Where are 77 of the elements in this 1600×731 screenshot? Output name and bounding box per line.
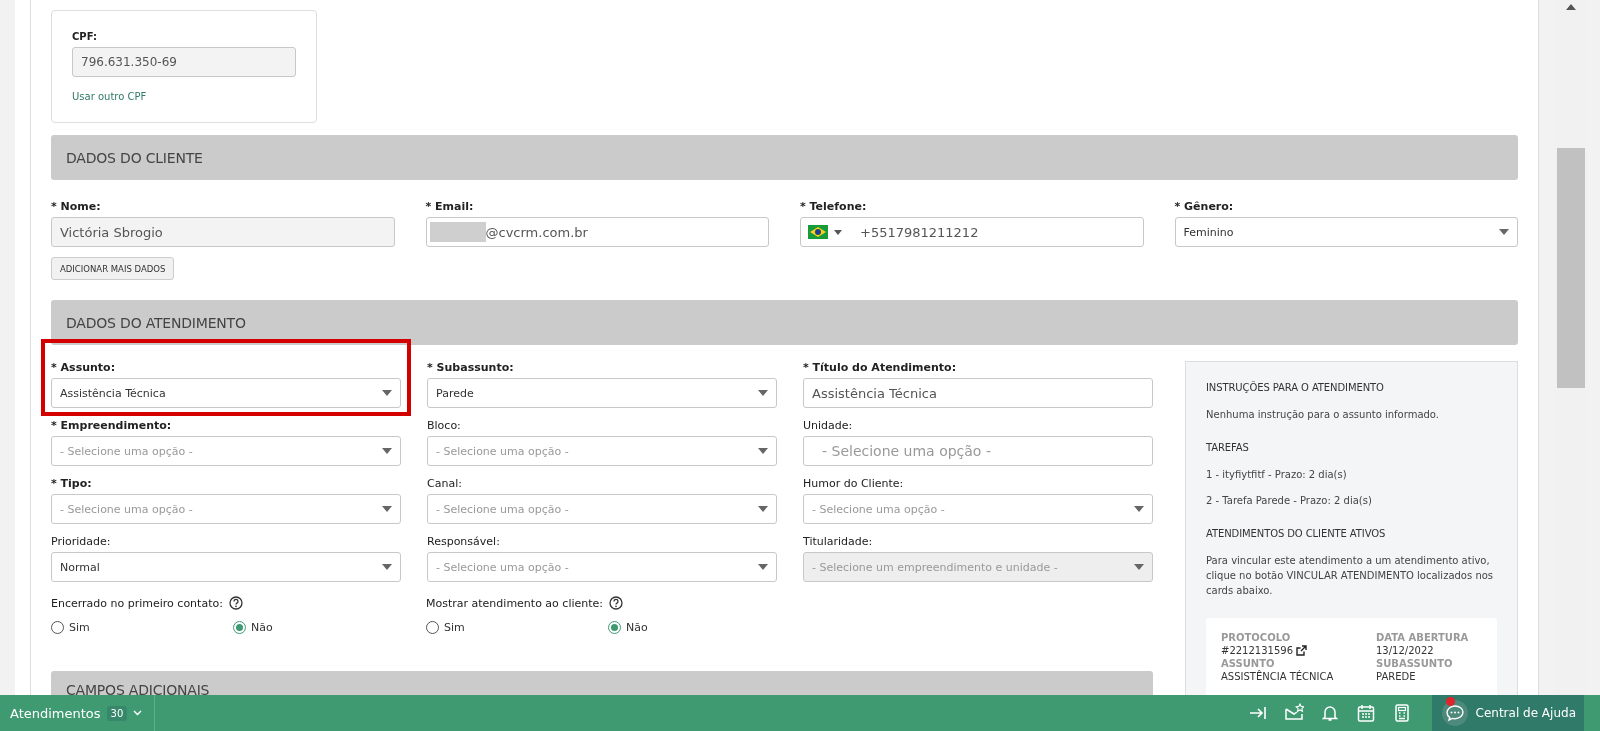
dropdown-arrow-icon [1134, 564, 1144, 570]
panel-text: Para vincular este atendimento a um atendimento ativo, clique no botão VINCULAR ATENDIMENTO localizados nos cards abaixo. [1206, 554, 1495, 598]
card-value: ASSISTÊNCIA TÉCNICA [1221, 671, 1334, 682]
dropdown-arrow-icon [758, 390, 768, 396]
menu-label: Atendimentos [10, 705, 101, 721]
panel-text: Nenhuma instrução para o assunto informado. [1206, 408, 1440, 422]
field-label: * Tipo: [51, 477, 93, 491]
panel-heading: ATENDIMENTOS DO CLIENTE ATIVOS [1206, 528, 1387, 539]
count-badge: 30 [106, 705, 128, 721]
field-label: Unidade: [803, 419, 854, 433]
field-label: * Telefone: [800, 200, 868, 214]
field-label: * Empreendimento: [51, 419, 173, 433]
field-label: Titularidade: [803, 535, 874, 549]
add-more-data-button[interactable]: ADICIONAR MAIS DADOS [51, 257, 175, 280]
field-label: * Assunto: [51, 361, 117, 375]
card-value: 13/12/2022 [1376, 645, 1434, 656]
field-label: * Email: [425, 200, 475, 214]
panel-heading: INSTRUÇÕES PARA O ATENDIMENTO [1206, 382, 1385, 393]
field-label: Humor do Cliente: [803, 477, 905, 491]
dropdown-arrow-icon [382, 390, 392, 396]
dropdown-arrow-icon [382, 564, 392, 570]
input-field[interactable]: Victória Sbrogio [51, 217, 395, 247]
field-label: * Título do Atendimento: [803, 361, 958, 375]
panel-text: 2 - Tarefa Parede - Prazo: 2 dia(s) [1206, 494, 1373, 508]
field-label: Prioridade: [51, 535, 112, 549]
scroll-up-icon [1566, 4, 1576, 10]
card-label: DATA ABERTURA [1376, 632, 1470, 643]
external-link-icon[interactable] [1296, 645, 1307, 656]
select-field[interactable]: Assistência Técnica [51, 378, 401, 408]
card-label: ASSUNTO [1221, 658, 1276, 669]
field-label: * Gênero: [1174, 200, 1235, 214]
scrollbar-thumb[interactable] [1557, 148, 1585, 388]
panel-text: 1 - ityfiytfitf - Prazo: 2 dia(s) [1206, 468, 1348, 482]
phone-field[interactable]: +5517981211212 [800, 217, 1144, 247]
caret-icon [834, 229, 842, 235]
radio-option[interactable]: Sim [426, 621, 608, 634]
dropdown-arrow-icon [758, 448, 768, 454]
section-header: CAMPOS ADICIONAIS [51, 671, 1153, 695]
input-field[interactable]: @cvcrm.com.br [425, 217, 769, 247]
dropdown-arrow-icon [382, 506, 392, 512]
use-other-cpf-link[interactable]: Usar outro CPF [72, 91, 147, 102]
mail-icon [1283, 703, 1304, 723]
help-center-button[interactable]: Central de Ajuda [1431, 695, 1584, 731]
calendar-icon [1355, 703, 1376, 723]
dropdown-arrow-icon [1134, 506, 1144, 512]
radio-option[interactable]: Não [233, 621, 415, 634]
chat-icon [1445, 705, 1464, 721]
flag-icon [808, 225, 828, 239]
card-label: PROTOCOLO [1221, 632, 1292, 643]
dropdown-arrow-icon [758, 506, 768, 512]
bell-icon [1319, 703, 1340, 723]
field-label: * Nome: [51, 200, 102, 214]
field-label: Mostrar atendimento ao cliente: [426, 596, 604, 610]
field-label: Bloco: [427, 419, 462, 433]
tickets-menu-button[interactable]: Atendimentos 30 [0, 695, 156, 731]
panel-heading: TAREFAS [1206, 442, 1250, 453]
field-label: Responsável: [427, 535, 501, 549]
chevron-down-icon [133, 710, 143, 716]
select-field[interactable]: Feminino [1174, 217, 1518, 247]
field-label: Encerrado no primeiro contato: [51, 596, 223, 610]
card-value: #2212131596 [1221, 645, 1293, 656]
card-value: PAREDE [1376, 671, 1416, 682]
input-field[interactable]: Assistência Técnica [803, 378, 1153, 408]
dropdown-arrow-icon [382, 448, 392, 454]
select-field[interactable]: Normal [51, 552, 401, 582]
dropdown-arrow-icon [758, 564, 768, 570]
radio-option[interactable]: Sim [51, 621, 233, 634]
select-field[interactable]: Parede [427, 378, 777, 408]
section-header: DADOS DO ATENDIMENTO [51, 300, 1518, 345]
field-label: CPF: [72, 31, 98, 42]
radio-option[interactable]: Não [608, 621, 790, 634]
section-header: DADOS DO CLIENTE [51, 135, 1518, 180]
field-label: Canal: [427, 477, 463, 491]
input-field[interactable]: 796.631.350-69 [72, 47, 296, 77]
dropdown-arrow-icon [1499, 229, 1509, 235]
card-label: SUBASSUNTO [1376, 658, 1454, 669]
field-label: * Subassunto: [427, 361, 515, 375]
